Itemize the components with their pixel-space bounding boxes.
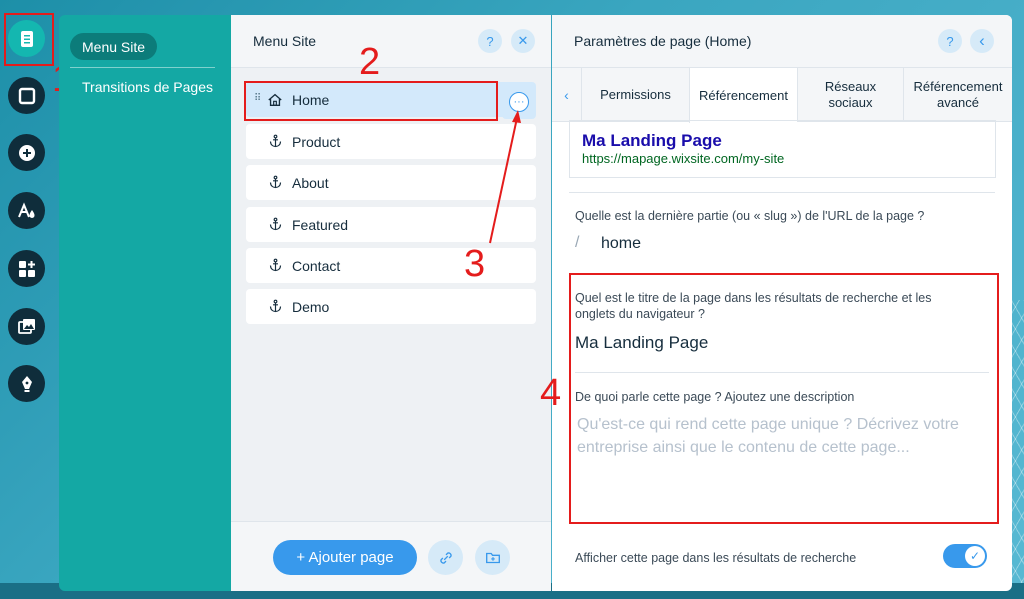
page-row-featured[interactable]: Featured [246, 207, 536, 242]
anchor-icon [266, 133, 284, 151]
page-label: Demo [292, 298, 330, 315]
anchor-icon [266, 257, 284, 275]
page-label: About [292, 174, 329, 191]
design-icon[interactable] [8, 192, 45, 229]
background-icon[interactable] [8, 77, 45, 114]
highlight-box-4 [569, 273, 999, 524]
slug-prefix: / [575, 234, 580, 251]
preview-url: https://mapage.wixsite.com/my-site [582, 151, 785, 166]
add-link-icon[interactable] [428, 540, 463, 575]
callout-4: 4 [540, 372, 562, 414]
page-row-demo[interactable]: Demo [246, 289, 536, 324]
anchor-icon [266, 216, 284, 234]
anchor-icon [266, 174, 284, 192]
tab-permissions[interactable]: Permissions [581, 68, 689, 122]
page-label: Product [292, 133, 341, 150]
tab-seo[interactable]: Référencement [689, 68, 797, 123]
show-in-search-label: Afficher cette page dans les résultats d… [575, 551, 857, 565]
side-item-page-transitions[interactable]: Transitions de Pages [82, 79, 213, 95]
page-label: Contact [292, 257, 341, 274]
divider [569, 192, 995, 193]
tab-social[interactable]: Réseaux sociaux [797, 68, 903, 122]
pages-panel-title: Menu Site [253, 33, 317, 49]
settings-help-button[interactable]: ? [938, 29, 962, 53]
slug-label: Quelle est la dernière partie (ou « slug… [575, 209, 925, 223]
slug-input[interactable]: home [601, 235, 641, 253]
side-item-menu-site[interactable]: Menu Site [70, 33, 158, 60]
help-button[interactable]: ? [478, 29, 502, 53]
anchor-icon [266, 298, 284, 316]
show-in-search-toggle[interactable]: ✓ [943, 544, 987, 568]
pen-icon[interactable] [8, 365, 45, 402]
page-settings-more-button[interactable]: ··· [502, 84, 536, 119]
apps-icon[interactable] [8, 250, 45, 287]
search-preview: Ma Landing Page https://mapage.wixsite.c… [569, 120, 996, 178]
add-icon[interactable] [8, 134, 45, 171]
preview-title: Ma Landing Page [582, 131, 722, 150]
site-menu-panel: Menu Site Transitions de Pages [59, 15, 231, 591]
add-folder-icon[interactable] [475, 540, 510, 575]
pages-panel-header: Menu Site [231, 15, 551, 68]
page-row-contact[interactable]: Contact [246, 248, 536, 283]
page-row-product[interactable]: Product [246, 124, 536, 159]
highlight-box-1 [4, 13, 54, 66]
side-divider [70, 67, 215, 68]
tabs-scroll-left-icon[interactable]: ‹ [552, 68, 581, 122]
add-page-button[interactable]: + Ajouter page [273, 540, 417, 575]
page-label: Featured [292, 216, 349, 233]
close-button[interactable]: ✕ [511, 29, 535, 53]
more-icon: ··· [509, 91, 529, 112]
settings-title: Paramètres de page (Home) [574, 33, 752, 49]
callout-2: 2 [359, 41, 381, 83]
page-row-about[interactable]: About [246, 165, 536, 200]
pages-footer: + Ajouter page [231, 521, 551, 591]
tab-advanced-seo[interactable]: Référencement avancé [903, 68, 1012, 122]
highlight-box-2 [244, 81, 498, 121]
settings-tabs: ‹ Permissions Référencement Réseaux soci… [552, 68, 1012, 123]
media-icon[interactable] [8, 308, 45, 345]
callout-3: 3 [464, 243, 486, 285]
left-toolbar [0, 0, 56, 599]
settings-back-button[interactable]: ‹ [970, 29, 994, 53]
check-icon: ✓ [965, 546, 985, 566]
